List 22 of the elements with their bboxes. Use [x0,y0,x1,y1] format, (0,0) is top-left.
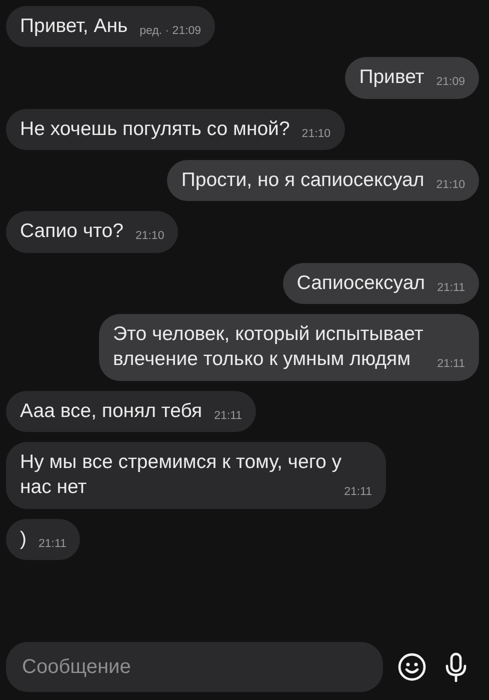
message-time: 21:11 [437,357,465,372]
message-text: Сапиосексуал [296,272,426,294]
message-text: Ааа все, понял тебя [20,400,202,422]
message-time: 21:10 [302,126,331,142]
message-time: 21:09 [436,75,465,90]
emoji-icon[interactable] [397,652,427,682]
message-text: Привет [359,66,424,88]
message-time: 21:11 [38,536,66,552]
message-time: 21:10 [135,229,164,244]
message-text: Ну мы все стремимся к тому, чего у нас нет [20,451,342,498]
message-text: Не хочешь погулять со мной? [20,118,290,140]
message-text: Привет, Ань [20,15,128,37]
message-time: 21:11 [437,280,465,296]
message-input-field[interactable]: Сообщение [6,642,383,692]
message-text: Это человек, который испытывает влечение только к умным людям [113,323,424,370]
message-time: ред. · 21:09 [140,24,202,39]
message-text: Сапио что? [20,220,124,242]
message-text: Прости, но я сапиосексуал [181,169,424,192]
message-time: 21:10 [436,178,465,193]
message-time: 21:11 [344,485,372,500]
message-text: ) [20,528,26,550]
message-time: 21:11 [214,408,242,424]
